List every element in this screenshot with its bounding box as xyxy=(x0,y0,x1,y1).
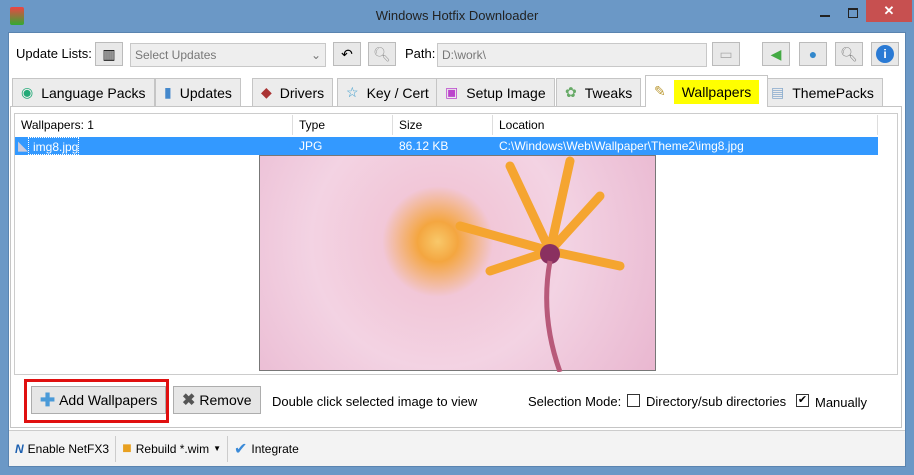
path-input[interactable]: D:\work\ xyxy=(437,43,707,67)
maximize-button[interactable] xyxy=(848,8,858,18)
close-button[interactable]: ✕ xyxy=(866,0,912,22)
column-header-size[interactable]: Size xyxy=(393,115,493,135)
preview-button[interactable]: 🔍︎ xyxy=(835,42,863,66)
select-updates-dropdown[interactable]: Select Updates ⌄ xyxy=(130,43,326,67)
search-button[interactable]: 🔍︎ xyxy=(368,42,396,66)
cubes-icon: ■ xyxy=(122,439,132,457)
manually-option-label[interactable]: Manually xyxy=(815,395,867,410)
bottom-toolbar: N Enable NetFX3 ■ Rebuild *.wim ▼ ✔ Integrat… xyxy=(9,430,905,466)
rebuild-wim-button[interactable]: ■ Rebuild *.wim ▼ xyxy=(116,435,229,462)
add-wallpapers-button[interactable]: ✚ Add Wallpapers xyxy=(31,386,167,414)
tab-setup-image[interactable]: ▣ Setup Image xyxy=(436,78,555,106)
x-icon: ✖ xyxy=(182,392,196,409)
globe-icon: ◉ xyxy=(21,84,34,100)
tab-language-packs[interactable]: ◉ Language Packs xyxy=(12,78,155,106)
column-header-location[interactable]: Location xyxy=(493,115,878,135)
wallpaper-preview-image[interactable] xyxy=(259,155,656,373)
updates-icon: ▮ xyxy=(164,84,172,100)
path-label: Path: xyxy=(405,46,436,61)
dropdown-arrow-icon: ▼ xyxy=(213,444,222,453)
plus-icon: ✚ xyxy=(40,389,56,410)
row-name: img8.jpg xyxy=(28,137,80,155)
selection-mode-label: Selection Mode: xyxy=(528,394,622,409)
tab-tweaks[interactable]: ✿ Tweaks xyxy=(556,78,642,106)
books-icon[interactable]: ▥ xyxy=(95,42,123,66)
info-button[interactable]: i xyxy=(871,42,899,66)
column-header-name[interactable]: Wallpapers: 1 xyxy=(15,115,293,135)
chat-button[interactable]: ● xyxy=(799,42,827,66)
wallpaper-icon: ✎ xyxy=(654,83,666,99)
integrate-button[interactable]: ✔ Integrate xyxy=(228,436,305,462)
tab-key-cert[interactable]: ☆ Key / Cert xyxy=(337,78,438,106)
hint-text: Double click selected image to view xyxy=(272,394,478,409)
row-location: C:\Windows\Web\Wallpaper\Theme2\img8.jpg xyxy=(499,139,744,153)
remove-button[interactable]: ✖ Remove xyxy=(173,386,261,414)
netfx-icon: N xyxy=(15,441,24,456)
setup-icon: ▣ xyxy=(445,84,459,100)
window-title: Windows Hotfix Downloader xyxy=(375,8,539,23)
star-icon: ☆ xyxy=(346,84,359,100)
row-type: JPG xyxy=(299,139,323,153)
tab-wallpapers[interactable]: ✎ Wallpapers xyxy=(645,75,769,107)
back-arrow-button[interactable]: ◀ xyxy=(762,42,790,66)
directory-checkbox[interactable] xyxy=(627,394,640,407)
enable-netfx3-button[interactable]: N Enable NetFX3 xyxy=(9,435,117,462)
chevron-down-icon: ⌄ xyxy=(310,48,321,62)
undo-button[interactable]: ↶ xyxy=(333,42,361,66)
update-lists-label: Update Lists: xyxy=(16,46,92,61)
tab-drivers[interactable]: ◆ Drivers xyxy=(252,78,334,106)
tab-themepacks[interactable]: ▤ ThemePacks xyxy=(762,78,883,106)
drivers-icon: ◆ xyxy=(261,84,272,100)
checkmark-icon: ✔ xyxy=(234,440,248,458)
row-size: 86.12 KB xyxy=(399,139,449,153)
minimize-button[interactable] xyxy=(820,15,830,17)
column-header-type[interactable]: Type xyxy=(293,115,393,135)
manually-checkbox[interactable]: ✔ xyxy=(796,394,809,407)
tweaks-icon: ✿ xyxy=(565,84,577,100)
tab-updates[interactable]: ▮ Updates xyxy=(155,78,241,106)
image-file-icon: ◣ xyxy=(18,138,28,153)
themepacks-icon: ▤ xyxy=(771,84,785,100)
browse-folder-button[interactable]: ▭ xyxy=(712,42,740,66)
directory-option-label[interactable]: Directory/sub directories xyxy=(646,394,786,409)
